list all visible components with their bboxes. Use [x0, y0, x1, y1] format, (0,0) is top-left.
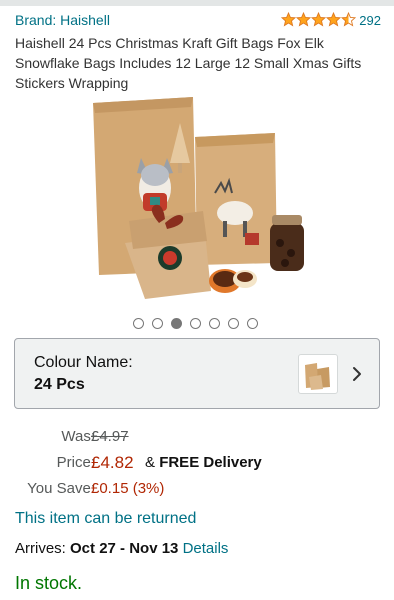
rating-count-link[interactable]: 292 — [359, 13, 381, 28]
carousel-dot[interactable] — [209, 318, 220, 329]
free-delivery-text: FREE Delivery — [159, 454, 262, 471]
product-title: Haishell 24 Pcs Christmas Kraft Gift Bag… — [15, 35, 362, 91]
was-row: Was: £4.97 — [15, 428, 381, 450]
stock-status: In stock. — [15, 573, 83, 593]
save-row: You Save: £0.15 (3%) — [15, 480, 381, 502]
carousel-dot[interactable] — [228, 318, 239, 329]
star-icon — [311, 12, 326, 27]
delivery-estimate: Arrives: Oct 27 - Nov 13 Details — [15, 540, 228, 557]
star-icon — [281, 12, 296, 27]
was-label: Was: — [61, 428, 95, 445]
colour-selector[interactable]: Colour Name: 24 Pcs — [14, 338, 380, 409]
brand-row: Brand: Haishell 292 — [15, 12, 381, 32]
star-icon — [326, 12, 341, 27]
variant-value: 24 Pcs — [34, 376, 85, 393]
delivery-prefix: & — [145, 454, 156, 471]
carousel-dot[interactable] — [190, 318, 201, 329]
chevron-right-icon — [353, 367, 361, 381]
product-image[interactable] — [85, 93, 310, 308]
was-price: £4.97 — [91, 428, 129, 445]
carousel-dot[interactable] — [247, 318, 258, 329]
save-amount: £0.15 (3%) — [91, 480, 165, 497]
star-rating[interactable] — [281, 12, 356, 27]
price-row: Price: £4.82 & FREE Delivery — [15, 453, 381, 476]
top-divider — [0, 0, 394, 6]
arrives-label: Arrives: — [15, 540, 66, 557]
gift-bag-thumbnail-icon — [298, 354, 338, 394]
carousel-dots[interactable] — [133, 318, 258, 329]
star-icon — [296, 12, 311, 27]
brand-link[interactable]: Brand: Haishell — [15, 12, 110, 28]
details-link[interactable]: Details — [183, 540, 229, 557]
star-icon — [341, 12, 356, 27]
carousel-dot[interactable] — [133, 318, 144, 329]
free-delivery: & FREE Delivery — [145, 454, 262, 471]
carousel-dot[interactable] — [171, 318, 182, 329]
product-photo-icon — [93, 97, 304, 299]
variant-label: Colour Name: — [34, 354, 133, 371]
carousel-dot[interactable] — [152, 318, 163, 329]
current-price: £4.82 — [91, 453, 134, 472]
returns-link[interactable]: This item can be returned — [15, 510, 196, 528]
arrives-dates: Oct 27 - Nov 13 — [70, 540, 179, 557]
price-label: Price: — [56, 454, 95, 471]
save-label: You Save: — [27, 480, 95, 497]
